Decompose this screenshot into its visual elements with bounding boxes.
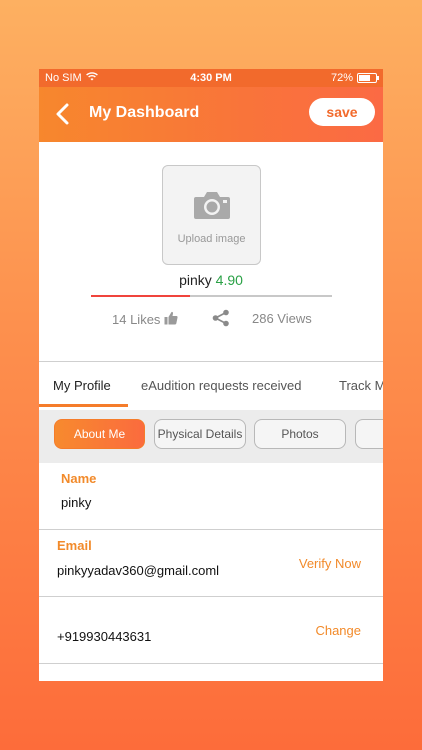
profile-stats: 14 Likes 286 Views: [39, 309, 383, 329]
thumbs-up-icon: [164, 311, 178, 328]
profile-name: pinky: [179, 272, 212, 288]
profile-name-rating: pinky 4.90: [39, 272, 383, 288]
upload-image-label: Upload image: [177, 233, 246, 245]
likes-count[interactable]: 14 Likes: [112, 311, 178, 328]
upload-image-button[interactable]: Upload image: [162, 165, 261, 265]
chip-photos[interactable]: Photos: [254, 419, 346, 449]
section-chips: About Me Physical Details Photos: [39, 410, 383, 463]
status-bar: No SIM 4:30 PM 72%: [39, 69, 383, 87]
name-field-label: Name: [61, 471, 97, 486]
verify-now-link[interactable]: Verify Now: [299, 556, 361, 571]
save-button[interactable]: save: [309, 98, 375, 126]
battery-percent: 72%: [330, 72, 353, 84]
field-divider: [39, 663, 383, 664]
profile-tabs: My Profile eAudition requests received T…: [39, 362, 383, 408]
back-arrow-icon[interactable]: [53, 101, 73, 127]
phone-field: +919930443631 Change: [39, 597, 383, 663]
likes-label: 14 Likes: [112, 312, 161, 327]
change-phone-link[interactable]: Change: [315, 623, 361, 638]
chip-physical-details[interactable]: Physical Details: [154, 419, 246, 449]
name-field: Name pinky: [39, 463, 383, 529]
app-header: My Dashboard save: [39, 87, 383, 142]
rating-progress-bar: [91, 295, 332, 297]
tab-my-profile[interactable]: My Profile: [53, 378, 111, 393]
camera-icon: [193, 190, 231, 225]
tab-eaudition-requests[interactable]: eAudition requests received: [141, 378, 301, 393]
share-icon[interactable]: [212, 309, 230, 330]
page-title: My Dashboard: [89, 104, 200, 121]
chip-more[interactable]: [355, 419, 383, 449]
email-field-label: Email: [57, 538, 92, 553]
email-field-value[interactable]: pinkyyadav360@gmail.coml: [57, 563, 219, 578]
chip-about-me[interactable]: About Me: [54, 419, 145, 449]
profile-rating: 4.90: [215, 272, 243, 288]
views-count: 286 Views: [252, 311, 312, 326]
name-field-value[interactable]: pinky: [61, 495, 91, 510]
rating-progress-fill: [91, 295, 190, 297]
active-tab-indicator: [39, 404, 128, 407]
battery-icon: [357, 73, 379, 83]
app-screen: No SIM 4:30 PM 72% My Dashboard save Upl…: [39, 69, 383, 681]
email-field: Email pinkyyadav360@gmail.coml Verify No…: [39, 530, 383, 596]
battery-fill: [359, 75, 370, 81]
tab-track[interactable]: Track M: [339, 378, 383, 393]
phone-field-value[interactable]: +919930443631: [57, 629, 151, 644]
status-right: 72%: [330, 72, 379, 84]
